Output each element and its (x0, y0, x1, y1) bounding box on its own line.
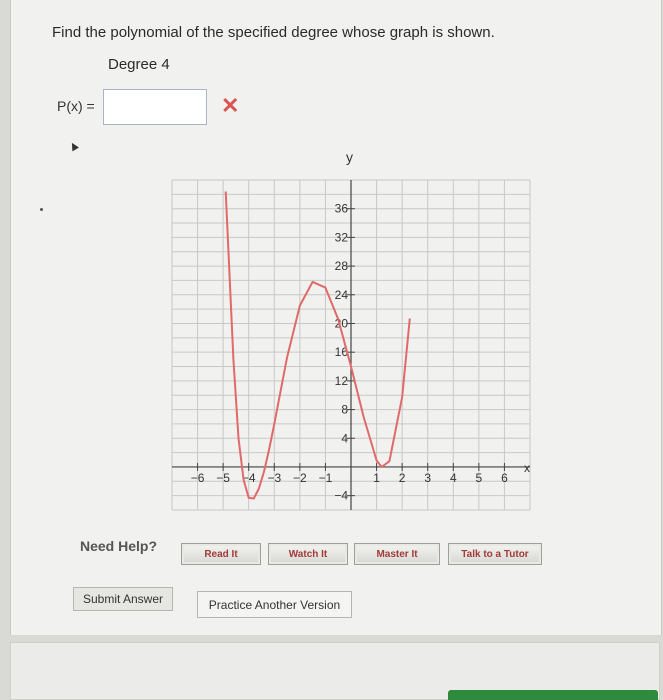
y-tick-label: 12 (335, 374, 349, 388)
incorrect-x-icon: ✕ (221, 93, 240, 118)
answer-label: P(x) = (57, 98, 95, 114)
y-tick-label: 28 (335, 259, 349, 273)
x-axis-label: x (524, 461, 530, 475)
read-it-button[interactable]: Read It (181, 543, 261, 565)
polynomial-graph: −6 −5 −4 −3 −2 −1 1 2 3 4 5 6−44812162024283236 x y (171, 150, 531, 511)
y-tick-label: 32 (335, 230, 349, 244)
x-tick-label: 6 (501, 471, 508, 485)
x-tick-label: −2 (293, 471, 307, 485)
x-tick-label: 1 (373, 471, 380, 485)
master-it-button[interactable]: Master It (354, 543, 440, 565)
x-tick-label: −6 (191, 471, 205, 485)
y-tick-label: 8 (341, 403, 348, 417)
question-prompt: Find the polynomial of the specified deg… (52, 24, 495, 41)
x-tick-label: 5 (476, 471, 483, 485)
x-tick-label: 2 (399, 471, 406, 485)
stray-dot (40, 208, 43, 211)
polynomial-answer-input[interactable] (103, 89, 207, 125)
green-action-bar (448, 690, 658, 700)
submit-answer-button[interactable]: Submit Answer (73, 587, 173, 611)
x-tick-label: −5 (216, 471, 230, 485)
y-tick-label: 24 (335, 288, 349, 302)
y-tick-label: 36 (335, 202, 349, 216)
x-tick-label: 4 (450, 471, 457, 485)
y-tick-label: −4 (334, 489, 348, 503)
graph-axes (172, 180, 530, 510)
y-axis-label: y (346, 150, 353, 165)
watch-it-button[interactable]: Watch It (268, 543, 348, 565)
y-tick-label: 4 (341, 431, 348, 445)
talk-to-tutor-button[interactable]: Talk to a Tutor (448, 543, 542, 565)
need-help-label: Need Help? (80, 538, 158, 554)
x-tick-label: −3 (267, 471, 281, 485)
x-tick-label: 3 (424, 471, 431, 485)
degree-label: Degree 4 (108, 56, 170, 73)
x-tick-label: −1 (319, 471, 333, 485)
practice-another-version-button[interactable]: Practice Another Version (197, 591, 352, 618)
